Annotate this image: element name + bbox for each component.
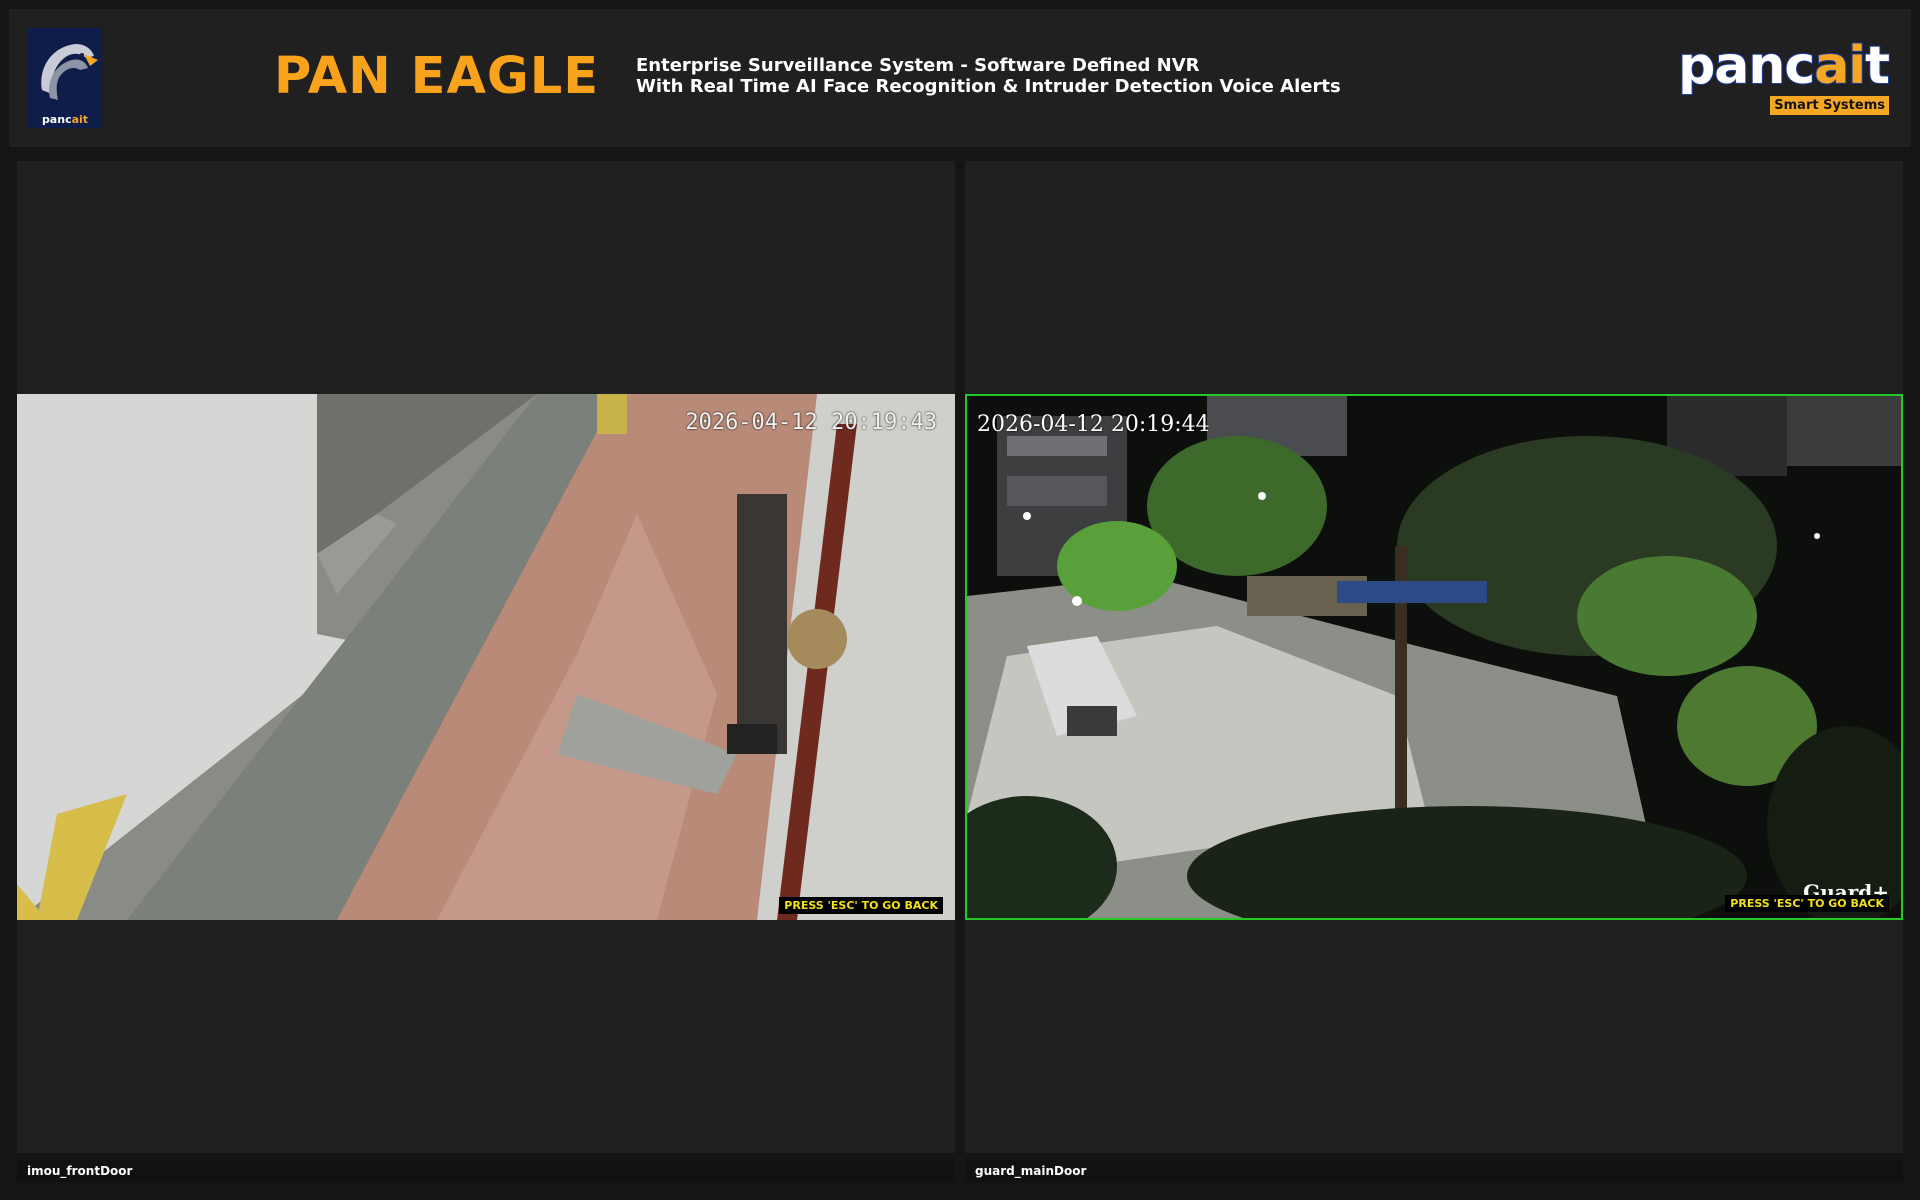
camera-label-main-door: guard_mainDoor [965,1160,1903,1182]
corridor-feed-image [17,394,955,920]
street-feed-image [967,396,1901,918]
app-subtitle-line2: With Real Time AI Face Recognition & Int… [636,76,1341,97]
esc-back-hint: PRESS 'ESC' TO GO BACK [1725,895,1889,912]
logo-caption: pancait [41,113,89,126]
brand-tagline: Smart Systems [1770,96,1889,115]
esc-back-hint: PRESS 'ESC' TO GO BACK [779,897,943,914]
brand-wordmark: pancait [1677,35,1891,97]
camera-timestamp: 2026-04-12 20:19:44 [977,412,1210,437]
camera-timestamp: 2026-04-12 20:19:43 [685,410,937,435]
camera-label-front-door: imou_frontDoor [17,1160,955,1182]
camera-feed-front-door[interactable]: 2026-04-12 20:19:43 PRESS 'ESC' TO GO BA… [17,394,955,920]
pancait-brand-logo: pancait Smart Systems [1677,35,1891,126]
app-subtitle-line1: Enterprise Surveillance System - Softwar… [636,55,1200,76]
camera-tile-front-door[interactable]: 2026-04-12 20:19:43 PRESS 'ESC' TO GO BA… [17,161,955,1153]
camera-feed-main-door[interactable]: 2026-04-12 20:19:44 Guard+ PRESS 'ESC' T… [965,394,1903,920]
camera-tile-main-door[interactable]: 2026-04-12 20:19:44 Guard+ PRESS 'ESC' T… [965,161,1903,1153]
pan-eagle-logo: pancait [28,28,102,128]
app-title: PAN EAGLE [274,47,600,106]
app-header: pancait PAN EAGLE Enterprise Surveillanc… [9,9,1911,147]
